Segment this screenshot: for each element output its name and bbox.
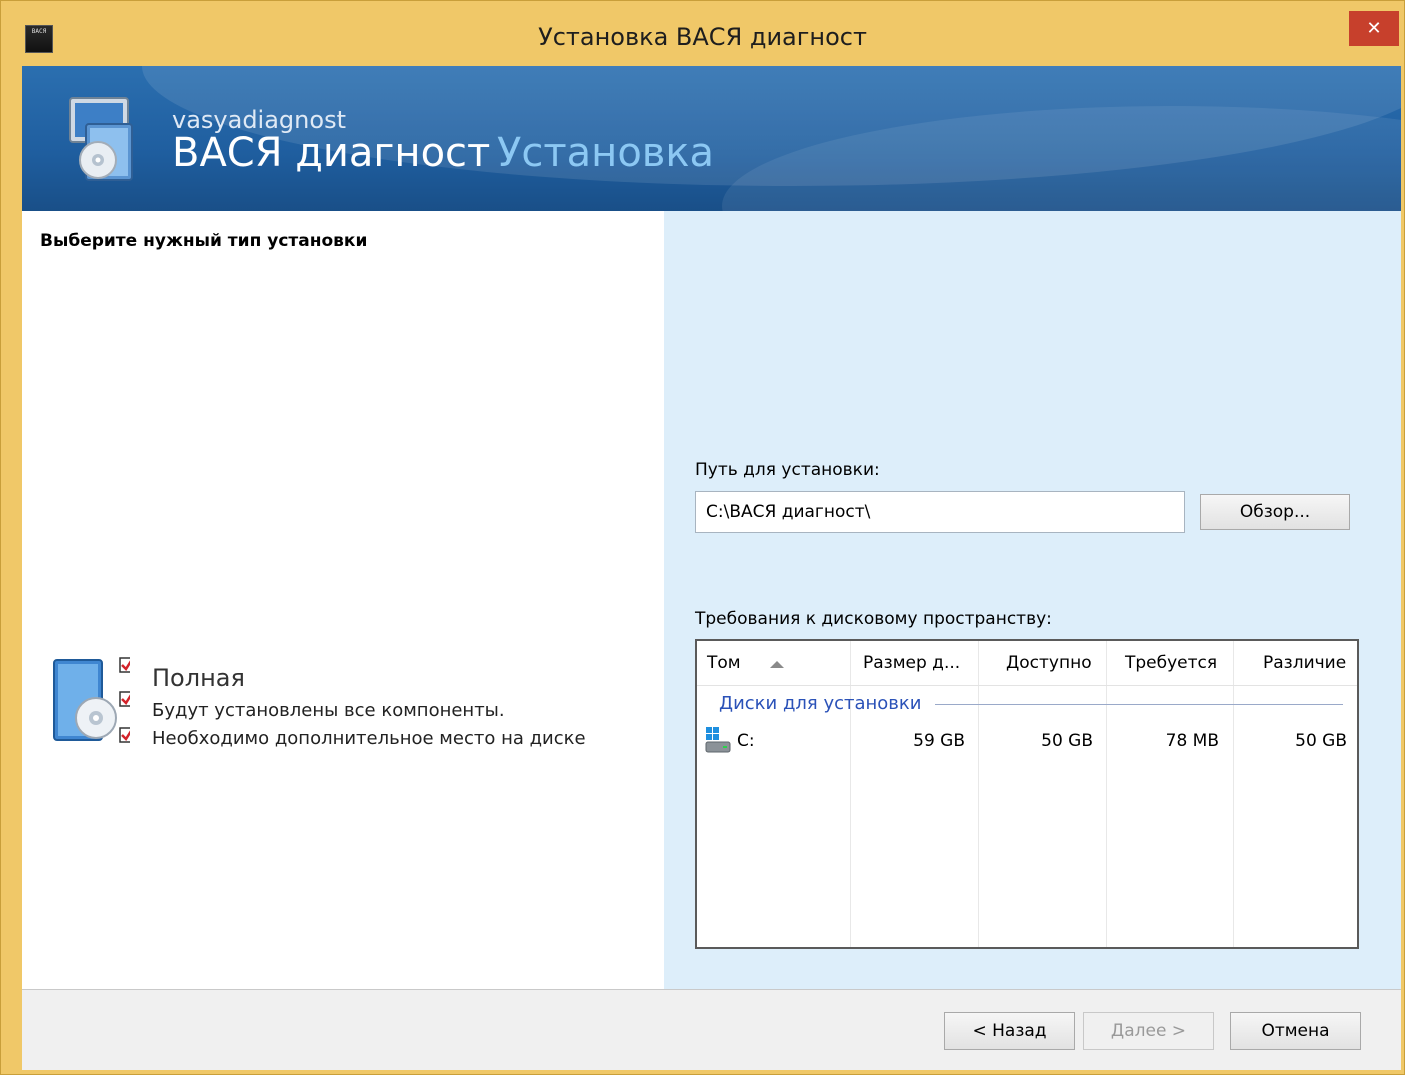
option-description: Будут установлены все компоненты.	[152, 700, 505, 721]
disk-space-table[interactable]: Том Размер д... Доступно Требуется Разли…	[695, 639, 1359, 949]
row-difference: 50 GB	[1295, 731, 1347, 751]
install-box-icon	[69, 97, 133, 181]
button-bar: < Назад Далее > Отмена	[22, 989, 1401, 1070]
install-path-label: Путь для установки:	[695, 460, 880, 480]
browse-button[interactable]: Обзор...	[1200, 494, 1350, 530]
disk-requirements-label: Требования к дисковому пространству:	[695, 609, 1052, 629]
option-title: Полная	[152, 664, 245, 692]
column-header-size[interactable]: Размер д...	[863, 653, 960, 673]
install-path-input[interactable]: C:\ВАСЯ диагност\	[695, 491, 1185, 533]
column-header-required[interactable]: Требуется	[1125, 653, 1217, 673]
row-volume[interactable]: C:	[737, 731, 755, 751]
header-banner: vasyadiagnost ВАСЯ диагност Установка	[22, 66, 1401, 211]
row-available: 50 GB	[1041, 731, 1093, 751]
group-divider	[935, 704, 1343, 705]
column-header-volume[interactable]: Том	[707, 653, 741, 673]
close-button[interactable]: ✕	[1349, 11, 1399, 46]
title-bar[interactable]: ВАСЯ Установка ВАСЯ диагност ✕	[1, 1, 1404, 66]
page-heading: Выберите нужный тип установки	[40, 231, 368, 251]
setup-option-full[interactable]: Полная Будут установлены все компоненты.…	[50, 656, 650, 766]
row-required: 78 MB	[1165, 731, 1219, 751]
option-description-space: Необходимо дополнительное место на диске	[152, 728, 586, 749]
next-button[interactable]: Далее >	[1083, 1012, 1214, 1050]
drive-icon	[705, 727, 731, 753]
cancel-button[interactable]: Отмена	[1230, 1012, 1361, 1050]
setup-type-panel: Выберите нужный тип установки Полная Буд…	[22, 211, 664, 989]
column-separator	[1106, 641, 1107, 947]
column-header-available[interactable]: Доступно	[1006, 653, 1092, 673]
installer-window: ВАСЯ Установка ВАСЯ диагност ✕ vasyadiag…	[0, 0, 1405, 1075]
column-header-difference[interactable]: Различие	[1263, 653, 1346, 673]
back-button[interactable]: < Назад	[944, 1012, 1075, 1050]
column-separator	[1233, 641, 1234, 947]
install-path-panel: Путь для установки: C:\ВАСЯ диагност\ Об…	[664, 211, 1401, 989]
window-title: Установка ВАСЯ диагност	[538, 23, 867, 51]
sort-ascending-icon	[770, 661, 784, 668]
header-divider	[697, 685, 1357, 686]
group-header: Диски для установки	[719, 693, 922, 714]
close-icon: ✕	[1366, 18, 1382, 39]
banner-step-name: Установка	[497, 130, 715, 176]
full-install-icon	[53, 657, 130, 743]
column-separator	[850, 641, 851, 947]
column-separator	[978, 641, 979, 947]
row-size: 59 GB	[913, 731, 965, 751]
banner-product-name: ВАСЯ диагност	[172, 130, 491, 176]
